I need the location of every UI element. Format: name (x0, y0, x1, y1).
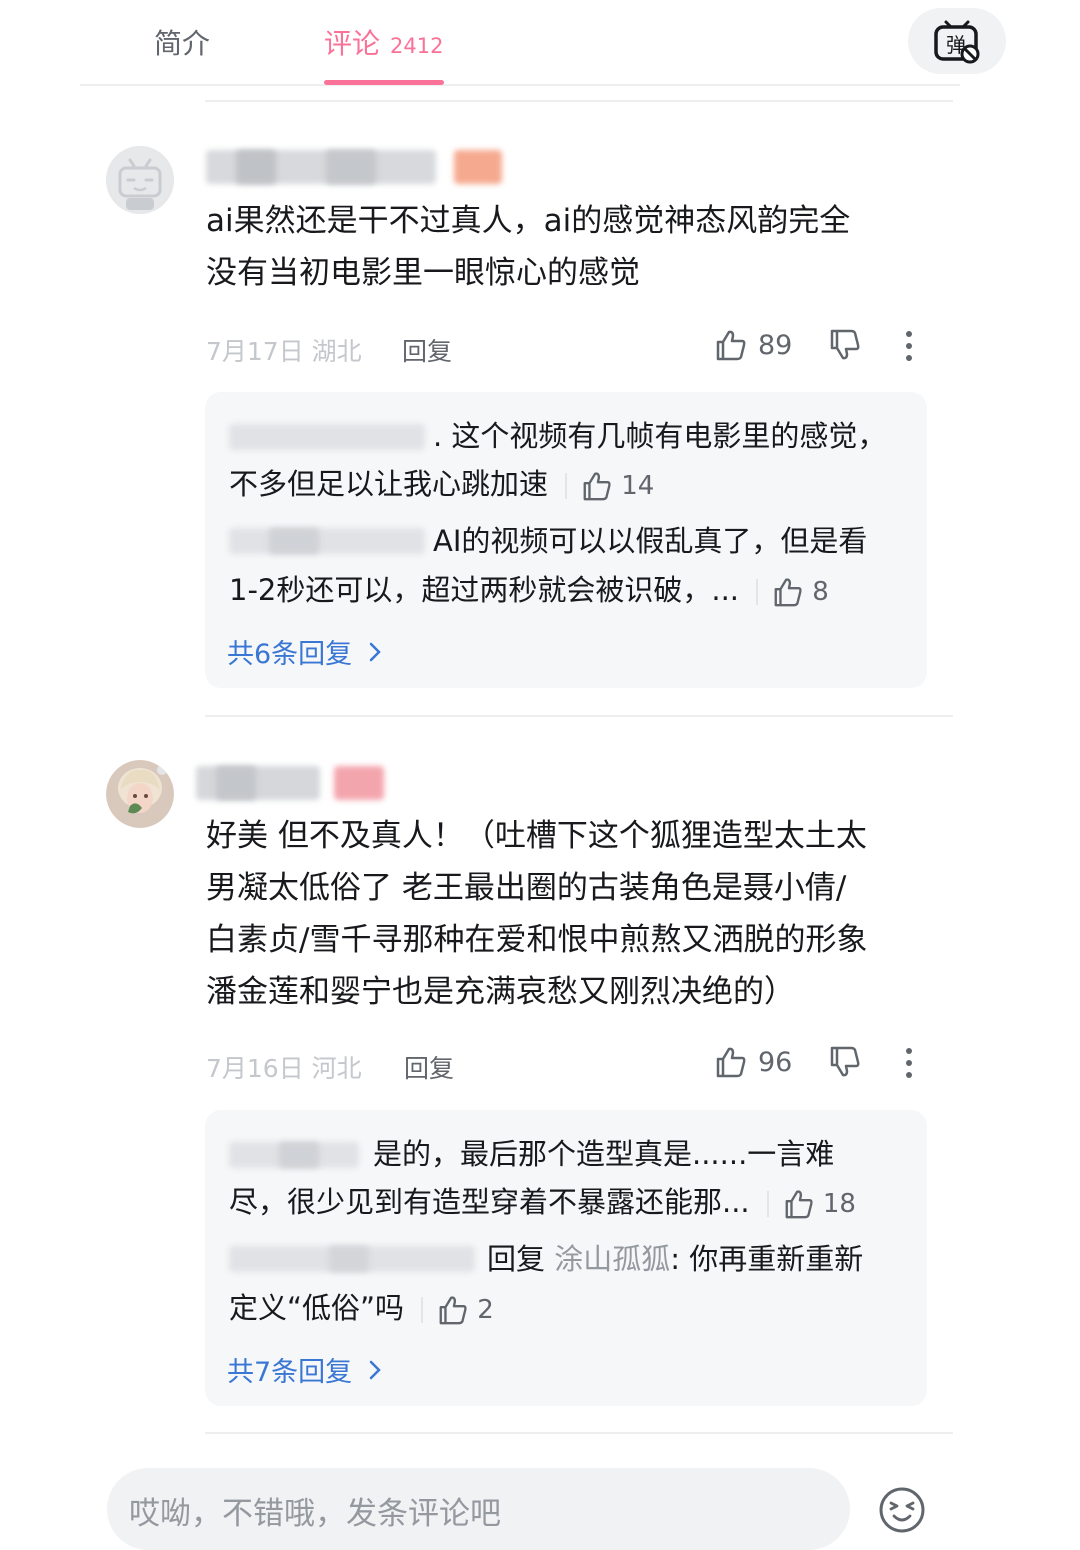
reply-text-line: 1-2秒还可以，超过两秒就会被识破，... (229, 573, 740, 607)
reply-like-button[interactable]: 8 (756, 568, 829, 616)
comment-date-location: 7月16日 河北 (206, 1054, 362, 1083)
reply-username-blurred[interactable] (229, 424, 425, 450)
reply-like-count: 8 (812, 577, 829, 607)
reply-prefix: 回复 (487, 1242, 555, 1276)
emoji-button[interactable] (878, 1486, 926, 1538)
divider (205, 715, 953, 717)
like-count: 96 (758, 1046, 793, 1078)
reply-username-blurred[interactable] (229, 1142, 359, 1168)
chevron-right-icon (369, 1360, 381, 1379)
comment-meta: 7月16日 河北 回复 96 (206, 1045, 936, 1085)
reply-text-line: 尽，很少见到有造型穿着不暴露还能那... (229, 1185, 750, 1219)
reply-like-button[interactable]: 18 (766, 1180, 856, 1228)
reply-suffix: : 你再重新重新 (670, 1242, 864, 1276)
reply-text: 是的，最后那个造型真是......一言难 (373, 1137, 835, 1171)
more-vertical-icon (906, 331, 912, 361)
tab-intro[interactable]: 简介 (154, 22, 210, 62)
level-badge (334, 766, 384, 800)
dislike-button[interactable] (828, 1045, 862, 1083)
divider (205, 1432, 953, 1434)
reply-text: . 这个视频有几帧有电影里的感觉， (433, 419, 887, 453)
replies-panel: . 这个视频有几帧有电影里的感觉， 不多但足以让我心跳加速 14 AI的视频可以… (205, 392, 927, 688)
avatar[interactable] (106, 760, 174, 828)
reply-text: 回复 涂山孤狐: 你再重新重新 (487, 1235, 863, 1283)
user-avatar-image (106, 760, 174, 828)
emoji-icon (879, 1487, 925, 1533)
more-options-button[interactable] (904, 1047, 914, 1083)
comment-line: 男凝太低俗了 老王最出圈的古装角色是聂小倩/ (206, 870, 847, 906)
reply-username-blurred[interactable] (229, 528, 425, 554)
like-button[interactable]: 96 (714, 1045, 792, 1079)
thumbs-up-icon (583, 472, 611, 501)
danmaku-toggle-button[interactable]: 弹 (908, 8, 1006, 74)
tab-comments-count: 2412 (390, 34, 444, 58)
reply-text: 尽，很少见到有造型穿着不暴露还能那... 18 (229, 1178, 856, 1228)
divider (205, 100, 953, 102)
active-tab-indicator (324, 80, 444, 85)
default-avatar-icon (106, 146, 174, 214)
reply-text: 不多但足以让我心跳加速 14 (229, 460, 654, 510)
more-vertical-icon (906, 1048, 912, 1078)
reply-button[interactable]: 回复 (402, 332, 452, 368)
thumbs-up-icon (716, 1047, 746, 1078)
thumbs-up-icon (439, 1296, 467, 1325)
comment-input[interactable]: 哎呦，不错哦，发条评论吧 (107, 1468, 850, 1550)
reply-text: 定义“低俗”吗 2 (229, 1284, 494, 1334)
thumbs-up-icon (774, 578, 802, 607)
username-blurred[interactable] (196, 766, 396, 800)
replies-panel: 是的，最后那个造型真是......一言难 尽，很少见到有造型穿着不暴露还能那..… (205, 1110, 927, 1406)
reply-text: AI的视频可以以假乱真了，但是看 (433, 524, 868, 558)
comment-line: 好美 但不及真人！（吐槽下这个狐狸造型太土太 (206, 818, 867, 854)
comment-line: 白素贞/雪千寻那种在爱和恨中煎熬又洒脱的形象 (206, 922, 868, 958)
reply-like-button[interactable]: 14 (565, 462, 654, 510)
view-more-replies-label: 共6条回复 (227, 639, 353, 670)
reply-text-line: 不多但足以让我心跳加速 (229, 467, 549, 501)
reply-like-button[interactable]: 2 (421, 1286, 494, 1334)
thumbs-up-icon (716, 330, 746, 361)
comment-text: ai果然还是干不过真人，ai的感觉神态风韵完全 没有当初电影里一眼惊心的感觉 (206, 195, 946, 299)
reply-text: 1-2秒还可以，超过两秒就会被识破，... 8 (229, 566, 829, 616)
comment-text: 好美 但不及真人！（吐槽下这个狐狸造型太土太 男凝太低俗了 老王最出圈的古装角色… (206, 810, 946, 1018)
thumbs-down-icon (830, 329, 860, 360)
comment-line: 潘金莲和婴宁也是充满哀愁又刚烈决绝的） (206, 974, 795, 1010)
thumbs-down-icon (830, 1046, 860, 1077)
reply-text-line: 定义“低俗”吗 (229, 1291, 405, 1325)
more-options-button[interactable] (904, 330, 914, 366)
like-count: 89 (758, 329, 793, 361)
avatar[interactable] (106, 146, 174, 214)
comment-meta: 7月17日 湖北 回复 89 (206, 328, 936, 368)
chevron-right-icon (369, 642, 381, 661)
reply-mention-link[interactable]: 涂山孤狐 (554, 1242, 670, 1276)
view-more-replies-link[interactable]: 共7条回复 (227, 1350, 382, 1389)
comment-input-placeholder: 哎呦，不错哦，发条评论吧 (129, 1496, 501, 1532)
reply-like-count: 18 (822, 1189, 856, 1219)
tab-comments[interactable]: 评论 2412 (324, 22, 443, 62)
danmaku-toggle-icon: 弹 (934, 20, 980, 64)
tab-bar: 简介 评论 2412 弹 (80, 0, 1006, 86)
like-button[interactable]: 89 (714, 328, 792, 362)
level-badge (454, 150, 502, 184)
username-blurred[interactable] (206, 150, 506, 184)
view-more-replies-label: 共7条回复 (227, 1357, 353, 1388)
tab-comments-label: 评论 (324, 27, 381, 60)
thumbs-up-icon (785, 1190, 813, 1219)
reply-like-count: 14 (621, 471, 655, 501)
comment-line: 没有当初电影里一眼惊心的感觉 (206, 255, 640, 291)
dislike-button[interactable] (828, 328, 862, 366)
comment-date-location: 7月17日 湖北 (206, 337, 362, 366)
reply-button[interactable]: 回复 (404, 1049, 454, 1085)
comment-line: ai果然还是干不过真人，ai的感觉神态风韵完全 (206, 203, 851, 239)
reply-username-blurred[interactable] (229, 1246, 475, 1272)
view-more-replies-link[interactable]: 共6条回复 (227, 632, 382, 671)
reply-like-count: 2 (477, 1295, 494, 1325)
